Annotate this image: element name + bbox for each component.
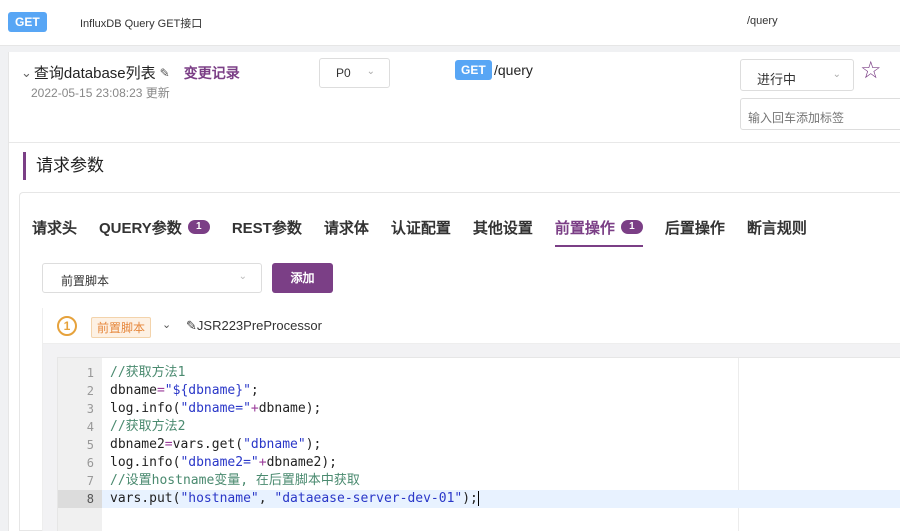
code-text: //获取方法2 <box>110 419 186 434</box>
priority-value: P0 <box>336 66 351 80</box>
line-number: 5 <box>86 438 94 452</box>
line-number: 2 <box>86 384 94 398</box>
code-line[interactable]: 5 dbname2=vars.get("dbname"); <box>58 436 900 454</box>
title-wrap: ⌄ 查询database列表 ✎ 变更记录 <box>21 62 240 83</box>
tab-label: 认证配置 <box>390 220 451 237</box>
api-tab-bar[interactable]: GET InfluxDB Query GET接口 /query <box>0 0 900 46</box>
change-history-link[interactable]: 变更记录 <box>184 63 240 83</box>
text-cursor <box>477 491 479 506</box>
method-badge: GET <box>455 60 492 80</box>
line-number: 6 <box>86 456 94 470</box>
api-detail-card: ⌄ 查询database列表 ✎ 变更记录 2022-05-15 23:08:2… <box>8 52 900 531</box>
code-line[interactable]: 2 dbname="${dbname}"; <box>58 382 900 400</box>
code-line[interactable]: 8 vars.put("hostname", "dataease-server-d… <box>58 490 900 508</box>
status-select[interactable]: 进行中 ⌄ <box>740 59 854 91</box>
api-title: 查询database列表 <box>33 65 156 82</box>
script-type-select[interactable]: 前置脚本 ⌄ <box>42 263 262 293</box>
divider <box>9 142 900 143</box>
tab-label: 断言规则 <box>746 220 807 237</box>
processor-name-text: JSR223PreProcessor <box>196 318 322 333</box>
chevron-down-icon[interactable]: ⌄ <box>162 318 171 331</box>
add-button[interactable]: 添加 <box>272 263 333 293</box>
star-icon[interactable]: ☆ <box>860 58 882 84</box>
processor-type-tag: 前置脚本 <box>91 317 152 338</box>
tab-query-params[interactable]: QUERY参数 1 <box>99 193 210 247</box>
request-params-panel: 请求头 QUERY参数 1 REST参数 请求体 认证配置 其他设置 前置操作 … <box>19 192 900 531</box>
code-text: dbname="${dbname}"; <box>110 383 259 398</box>
tab-pre-operations[interactable]: 前置操作 1 <box>554 193 643 247</box>
tab-label: 请求头 <box>32 220 78 237</box>
code-text: dbname2=vars.get("dbname"); <box>110 437 322 452</box>
tab-body[interactable]: 请求体 <box>324 193 369 247</box>
code-text: //设置hostname变量, 在后置脚本中获取 <box>110 473 360 488</box>
code-line[interactable]: 4 //获取方法2 <box>58 418 900 436</box>
chevron-down-icon: ⌄ <box>366 66 375 77</box>
api-tab-path: /query <box>747 15 778 27</box>
tab-assertions[interactable]: 断言规则 <box>747 193 807 247</box>
processor-header: 1 前置脚本 ⌄ ✎JSR223PreProcessor <box>43 308 900 344</box>
count-badge: 1 <box>187 220 210 234</box>
edit-icon[interactable]: ✎ <box>160 66 170 80</box>
tab-other-settings[interactable]: 其他设置 <box>473 193 533 247</box>
priority-select[interactable]: P0 ⌄ <box>319 58 390 88</box>
tab-label: QUERY参数 <box>99 220 182 237</box>
updated-timestamp: 2022-05-15 23:08:23 更新 <box>31 86 170 100</box>
code-editor[interactable]: 1 //获取方法1 2 dbname="${dbname}"; 3 log.info("d… <box>57 357 900 531</box>
section-title: 请求参数 <box>23 152 104 180</box>
status-value: 进行中 <box>757 72 797 87</box>
tab-label: 请求体 <box>323 220 369 237</box>
chevron-down-icon: ⌄ <box>832 69 841 80</box>
tab-post-operations[interactable]: 后置操作 <box>665 193 725 247</box>
api-path: /query <box>494 62 533 78</box>
tab-label: 其他设置 <box>472 220 533 237</box>
code-line[interactable]: 3 log.info("dbname="+dbname); <box>58 400 900 418</box>
code-text: vars.put("hostname", "dataease-server-de… <box>110 491 479 506</box>
tab-headers[interactable]: 请求头 <box>32 193 77 247</box>
tab-label: 后置操作 <box>664 220 725 237</box>
line-number: 1 <box>86 366 94 380</box>
code-line[interactable]: 1 //获取方法1 <box>58 364 900 382</box>
processor-block: 1 前置脚本 ⌄ ✎JSR223PreProcessor 1 //获取方法1 2 db… <box>42 308 900 531</box>
processor-name[interactable]: ✎JSR223PreProcessor <box>186 318 322 334</box>
processor-index: 1 <box>57 316 77 336</box>
line-number: 3 <box>86 402 94 416</box>
api-tab-name[interactable]: InfluxDB Query GET接口 <box>80 15 202 31</box>
tab-label: REST参数 <box>231 220 302 237</box>
line-number: 4 <box>86 420 94 434</box>
line-number: 8 <box>58 490 102 508</box>
edit-icon: ✎ <box>186 318 197 333</box>
script-type-value: 前置脚本 <box>61 274 110 288</box>
method-badge: GET <box>8 12 47 32</box>
tag-input[interactable] <box>740 98 900 130</box>
app-page: GET InfluxDB Query GET接口 /query ⌄ 查询data… <box>0 0 900 531</box>
count-badge: 1 <box>620 220 643 234</box>
tab-rest-params[interactable]: REST参数 <box>232 193 302 247</box>
tab-label: 前置操作 <box>554 220 615 237</box>
code-text: log.info("dbname="+dbname); <box>110 401 322 416</box>
request-tabs: 请求头 QUERY参数 1 REST参数 请求体 认证配置 其他设置 前置操作 … <box>20 193 900 247</box>
tab-auth[interactable]: 认证配置 <box>391 193 451 247</box>
code-line[interactable]: 7 //设置hostname变量, 在后置脚本中获取 <box>58 472 900 490</box>
code-text: //获取方法1 <box>110 365 186 380</box>
chevron-down-icon: ⌄ <box>238 271 247 282</box>
api-header: ⌄ 查询database列表 ✎ 变更记录 2022-05-15 23:08:2… <box>9 52 900 142</box>
code-line[interactable]: 6 log.info("dbname2="+dbname2); <box>58 454 900 472</box>
code-text: log.info("dbname2="+dbname2); <box>110 455 338 470</box>
chevron-down-icon[interactable]: ⌄ <box>21 65 32 81</box>
line-number: 7 <box>86 474 94 488</box>
